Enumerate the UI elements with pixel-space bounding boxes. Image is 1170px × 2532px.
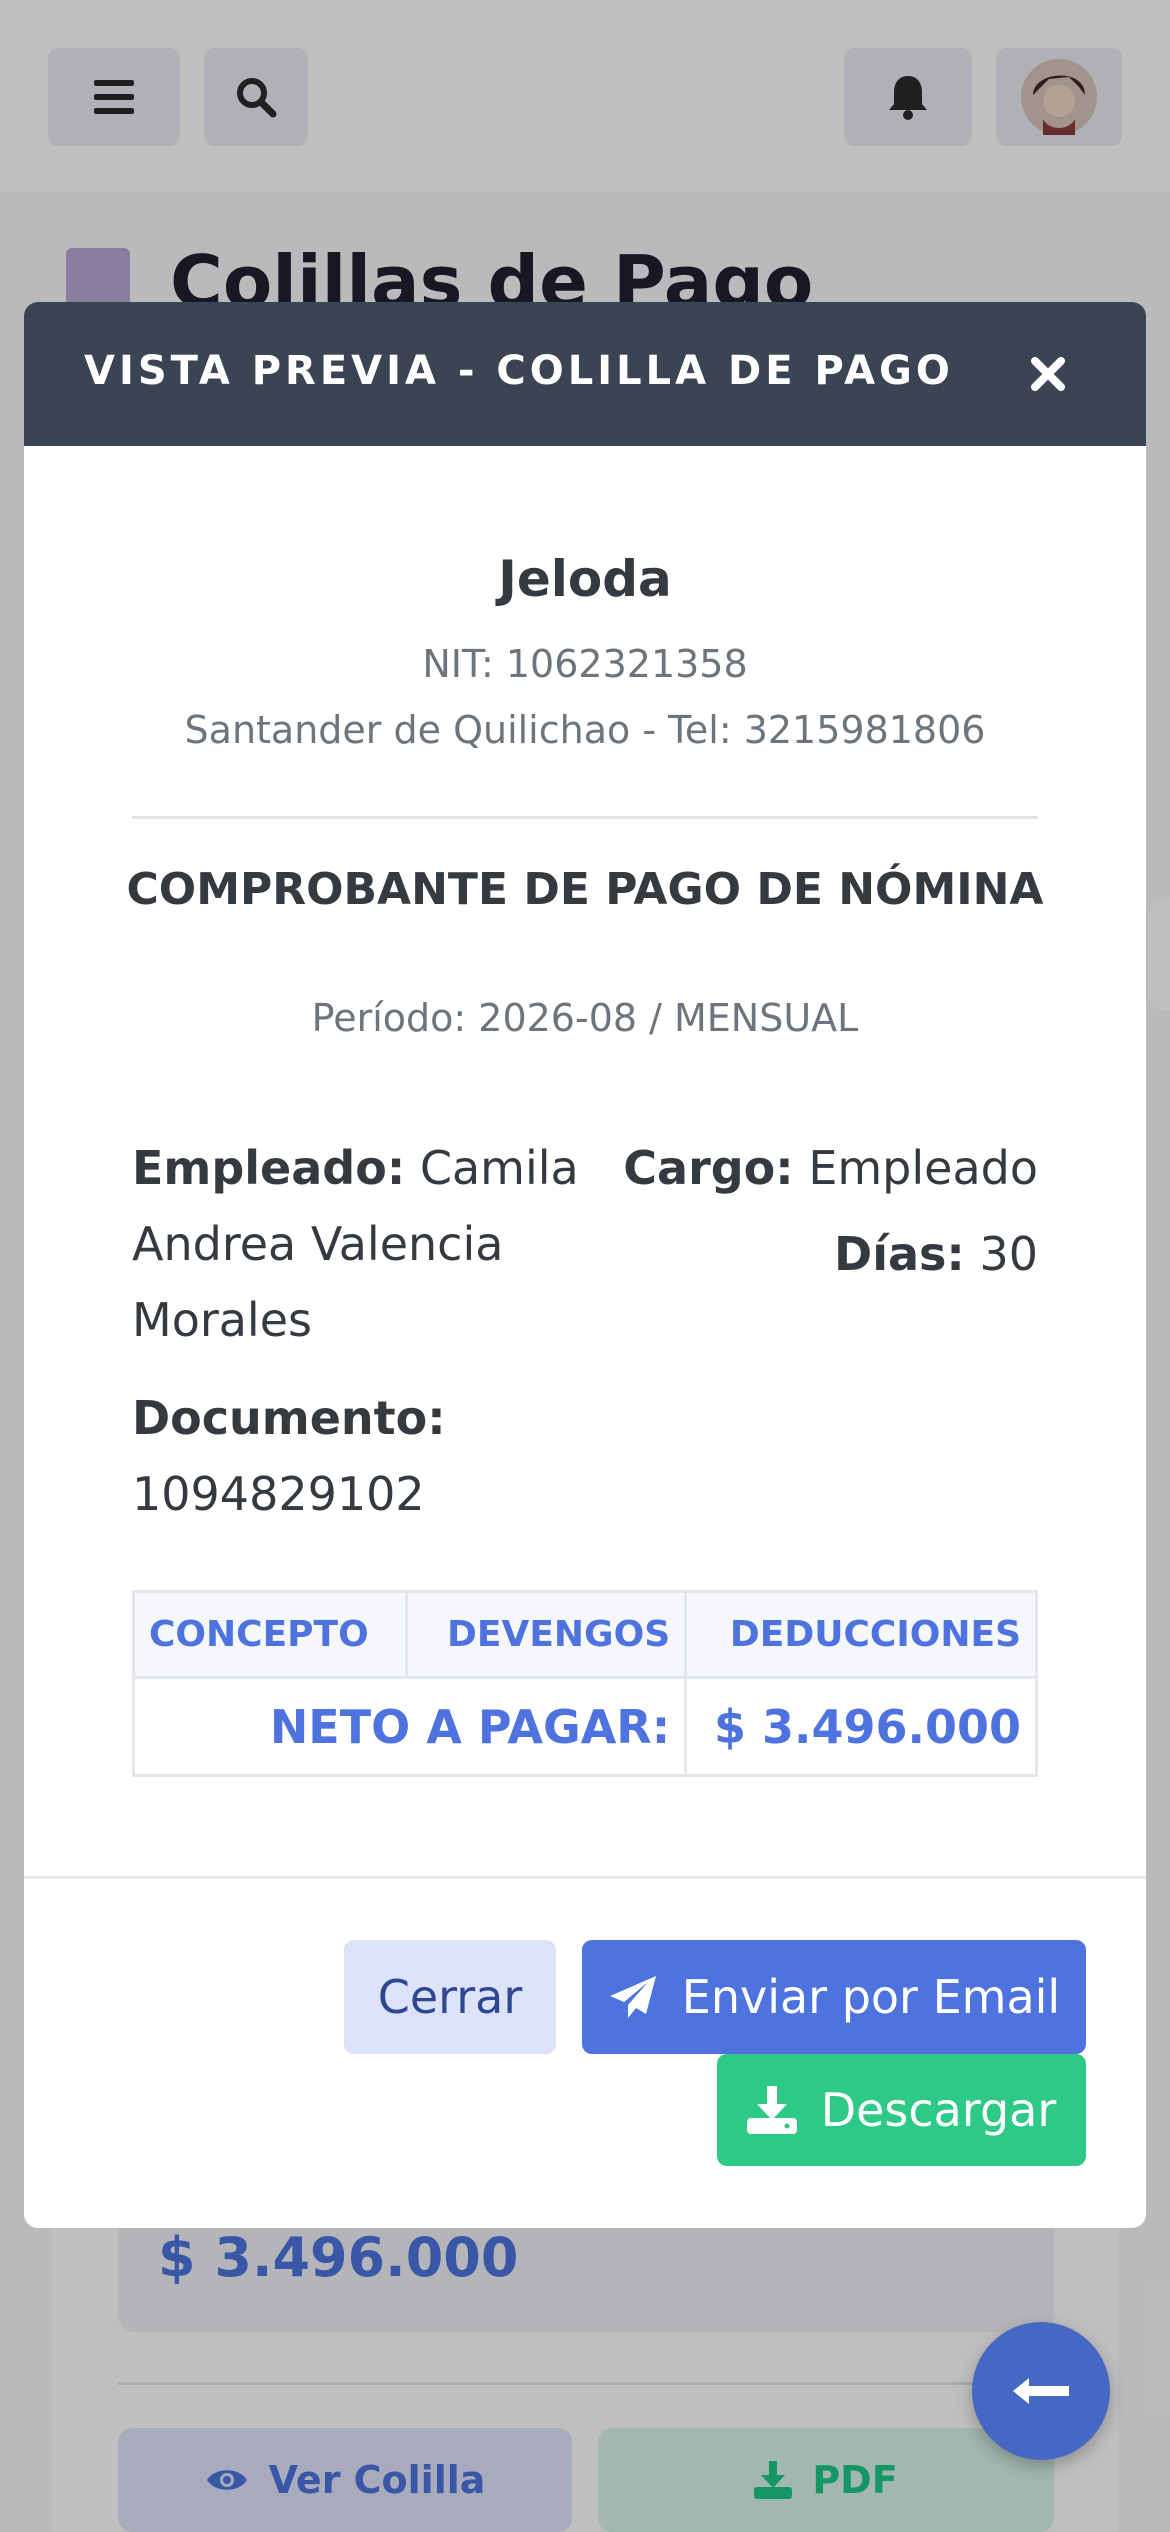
column-header-devengos: DEVENGOS bbox=[405, 1590, 688, 1679]
cerrar-label: Cerrar bbox=[377, 1970, 523, 2024]
table-header-row: CONCEPTO DEVENGOS DEDUCCIONES bbox=[131, 1590, 1038, 1679]
modal-title: VISTA PREVIA - COLILLA DE PAGO bbox=[84, 348, 954, 394]
employee-label: Empleado: bbox=[132, 1141, 406, 1195]
employee-info: Empleado: Camila Andrea Valencia Morales bbox=[132, 1130, 602, 1358]
company-name: Jeloda bbox=[498, 550, 672, 608]
net-pay-value: $ 3.496.000 bbox=[684, 1676, 1038, 1777]
modal-header: VISTA PREVIA - COLILLA DE PAGO bbox=[24, 302, 1146, 446]
position-value: Empleado bbox=[808, 1141, 1038, 1195]
pay-period: Período: 2026-08 / MENSUAL bbox=[311, 996, 859, 1040]
document-title: COMPROBANTE DE PAGO DE NÓMINA bbox=[126, 864, 1044, 915]
position-info: Cargo: Empleado bbox=[618, 1130, 1038, 1206]
days-value: 30 bbox=[979, 1227, 1038, 1281]
days-info: Días: 30 bbox=[618, 1216, 1038, 1292]
cerrar-button[interactable]: Cerrar bbox=[344, 1940, 556, 2054]
send-email-label: Enviar por Email bbox=[681, 1970, 1061, 2024]
back-fab-button[interactable] bbox=[972, 2322, 1110, 2460]
close-modal-button[interactable] bbox=[1020, 346, 1076, 402]
days-label: Días: bbox=[834, 1227, 965, 1281]
column-header-concepto: CONCEPTO bbox=[131, 1590, 409, 1679]
net-pay-row: NETO A PAGAR: $ 3.496.000 bbox=[131, 1676, 1038, 1777]
payslip-preview-modal: VISTA PREVIA - COLILLA DE PAGO Jeloda NI… bbox=[24, 302, 1146, 2228]
company-address: Santander de Quilichao - Tel: 3215981806 bbox=[184, 708, 986, 752]
column-header-deducciones: DEDUCCIONES bbox=[684, 1590, 1038, 1679]
download-button[interactable]: Descargar bbox=[717, 2054, 1086, 2166]
paper-plane-icon bbox=[609, 1976, 656, 2018]
document-label: Documento: bbox=[132, 1391, 446, 1445]
download-label: Descargar bbox=[820, 2083, 1057, 2137]
document-info: Documento: 1094829102 bbox=[132, 1380, 602, 1532]
send-email-button[interactable]: Enviar por Email bbox=[582, 1940, 1086, 2054]
divider bbox=[132, 816, 1038, 819]
download-icon bbox=[746, 2086, 797, 2134]
company-nit: NIT: 1062321358 bbox=[422, 642, 748, 686]
document-number: 1094829102 bbox=[132, 1467, 425, 1521]
arrow-left-icon bbox=[1013, 2378, 1069, 2404]
position-label: Cargo: bbox=[623, 1141, 794, 1195]
payslip-table: CONCEPTO DEVENGOS DEDUCCIONES NETO A PAG… bbox=[131, 1590, 1038, 1777]
modal-footer-divider bbox=[24, 1876, 1146, 1879]
net-pay-label: NETO A PAGAR: bbox=[131, 1676, 688, 1777]
close-icon bbox=[1031, 357, 1065, 391]
